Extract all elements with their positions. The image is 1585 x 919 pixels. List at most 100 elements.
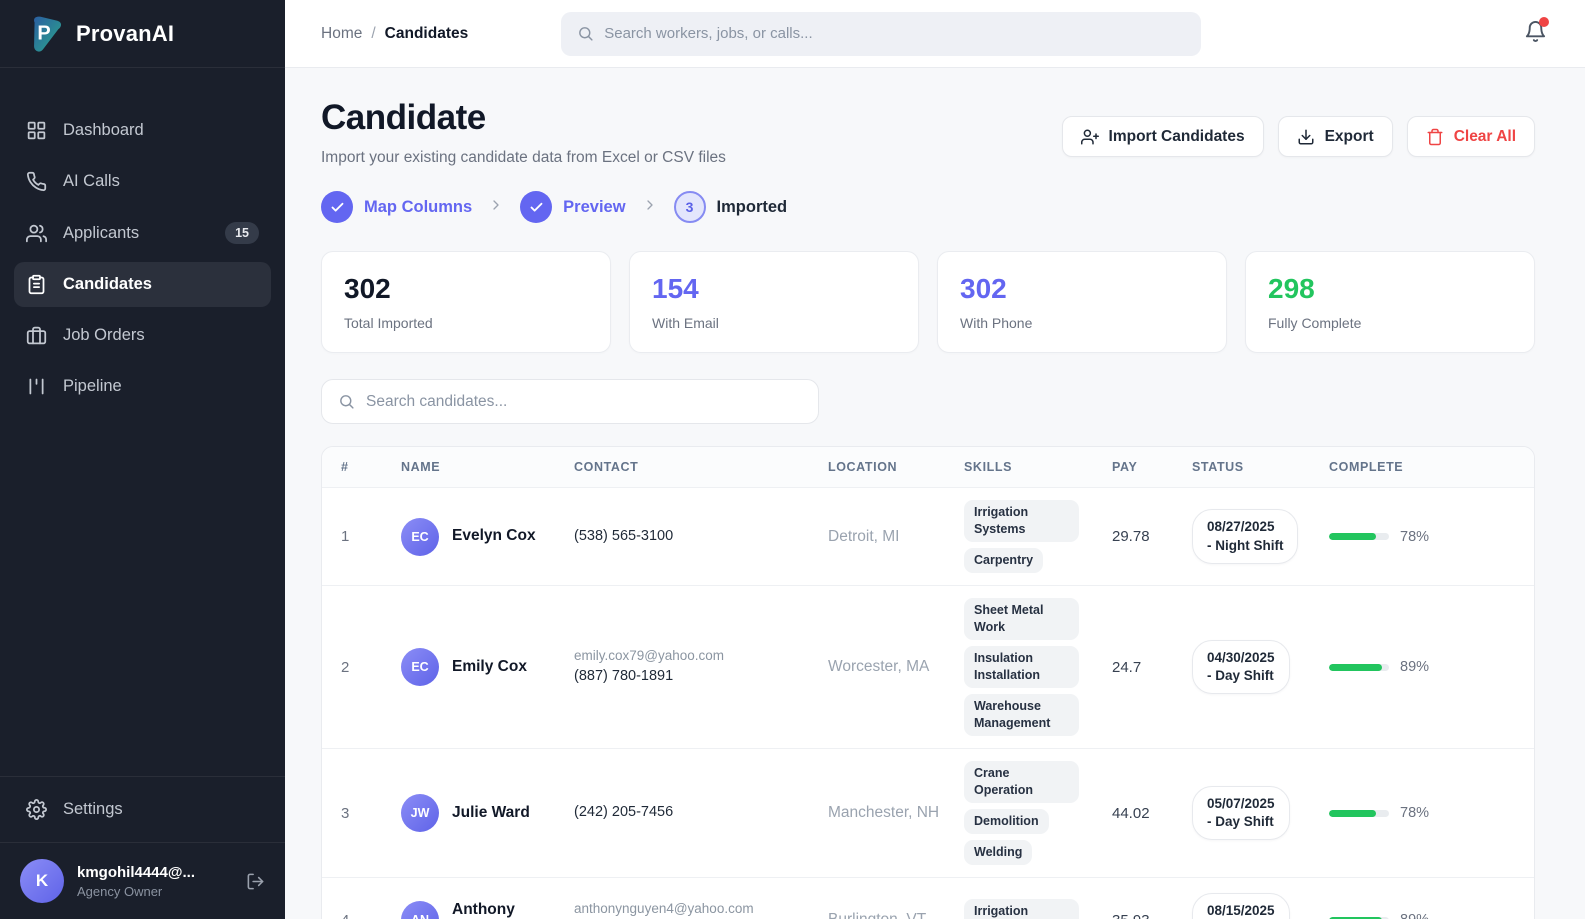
sidebar-item-ai-calls[interactable]: AI Calls [14,159,271,204]
stat-with-email: 154 With Email [629,251,919,353]
avatar: AN [401,901,439,919]
sidebar-item-label: Candidates [63,275,152,293]
candidate-search [321,379,819,424]
skill-pill: Crane Operation [964,761,1079,803]
user-plus-icon [1080,129,1099,144]
sidebar-item-pipeline[interactable]: Pipeline [14,364,271,409]
contact-cell: (538) 565-3100 [574,511,828,563]
status-shift: - Night Shift [1207,537,1284,553]
status-cell: 04/30/2025 - Day Shift [1192,625,1329,709]
complete-cell: 89% [1329,897,1534,919]
export-label: Export [1324,127,1374,145]
progress-fill [1329,809,1376,817]
gear-icon [26,799,47,820]
avatar: EC [401,648,439,686]
global-search-input[interactable] [604,25,1186,42]
sidebar-item-dashboard[interactable]: Dashboard [14,108,271,153]
stat-label: With Email [652,315,719,331]
main-area: Home / Candidates Candidate Import your … [285,0,1585,919]
brand-name: ProvanAI [76,20,175,46]
sidebar-nav: Dashboard AI Calls Applicants 15 Candida… [0,68,285,776]
col-header-contact: CONTACT [574,460,639,474]
status-badge: 08/27/2025 - Night Shift [1192,509,1299,564]
complete-cell: 89% [1329,644,1534,690]
import-candidates-button[interactable]: Import Candidates [1061,116,1264,157]
sidebar-item-label: Settings [63,800,123,818]
avatar: JW [401,794,439,832]
breadcrumb-home[interactable]: Home [321,25,362,43]
clear-all-button[interactable]: Clear All [1406,116,1535,157]
stat-label: With Phone [960,315,1033,331]
step-imported: 3 Imported [673,191,787,223]
export-button[interactable]: Export [1277,116,1393,157]
status-date: 04/30/2025 [1207,649,1275,665]
status-shift: - Day Shift [1207,814,1274,829]
complete-percent: 78% [1400,805,1430,821]
download-icon [1298,129,1314,144]
progress-bar [1329,809,1389,817]
table-row: 3 JW Julie Ward (242) 205-7456 Mancheste… [322,749,1534,878]
stat-fully-complete: 298 Fully Complete [1245,251,1535,353]
table-row: 4 AN Anthony Nguyen anthonynguyen4@yahoo… [322,878,1534,919]
clear-all-label: Clear All [1453,127,1516,145]
sidebar-item-label: Pipeline [63,377,122,395]
logout-button[interactable] [246,872,265,891]
skill-pill: Irrigation Systems [964,500,1079,542]
step-map-columns[interactable]: Map Columns [321,191,472,223]
skill-pill: Carpentry [964,548,1044,573]
clipboard-icon [28,274,45,295]
step-label: Map Columns [364,197,473,216]
candidate-pay: 35.93 [1112,897,1192,919]
users-icon [26,224,47,242]
progress-fill [1329,533,1376,540]
sidebar: P ProvanAI Dashboard AI Calls Applicants… [0,0,285,919]
breadcrumb-current: Candidates [384,24,469,42]
skill-pill: Demolition [964,809,1049,834]
breadcrumb: Home / Candidates [321,25,468,43]
row-number: 3 [341,804,350,822]
user-avatar: K [20,859,64,903]
sidebar-item-label: AI Calls [63,172,120,190]
step-preview[interactable]: Preview [520,191,626,223]
contact-cell: (242) 205-7456 [574,787,828,839]
page-title-block: Candidate Import your existing candidate… [321,98,726,167]
sidebar-item-job-orders[interactable]: Job Orders [14,313,271,358]
applicants-count-badge: 15 [225,222,259,244]
col-header-name: NAME [401,460,441,474]
progress-bar [1329,663,1389,671]
row-number: 1 [341,528,350,545]
logout-icon [247,873,264,889]
complete-percent: 78% [1400,528,1430,545]
col-header-complete: COMPLETE [1329,460,1404,474]
sidebar-item-label: Applicants [63,223,140,242]
table-header-row: # NAME CONTACT LOCATION SKILLS PAY STATU… [322,447,1534,488]
notifications-button[interactable] [1524,16,1549,48]
status-badge: 08/15/2025- Day Shift [1192,893,1290,919]
candidate-name-cell: JW Julie Ward [401,779,574,847]
sidebar-item-settings[interactable]: Settings [14,787,271,832]
complete-percent: 89% [1400,912,1429,919]
page-subtitle: Import your existing candidate data from… [321,149,726,166]
brand-logo-area: P ProvanAI [0,0,285,68]
skills-cell: Irrigation Systems Carpentry [964,488,1112,585]
status-date: 08/27/2025 [1207,519,1275,535]
candidate-name-cell: AN Anthony Nguyen [401,885,574,919]
skill-pill: Welding [964,840,1033,865]
chevron-right-icon [488,197,504,218]
sidebar-item-candidates[interactable]: Candidates [14,262,271,307]
check-icon [331,202,343,212]
status-cell: 08/27/2025 - Night Shift [1192,494,1329,578]
sidebar-item-applicants[interactable]: Applicants 15 [14,210,271,256]
complete-cell: 78% [1329,514,1534,560]
page-actions: Import Candidates Export Clear All [1061,116,1535,157]
stat-value: 298 [1268,273,1315,304]
breadcrumb-separator: / [371,24,376,42]
complete-cell: 78% [1329,790,1534,836]
candidate-email: emily.cox79@yahoo.com [574,648,725,663]
import-stepper: Map Columns Preview 3 Imported [321,191,1535,223]
col-header-pay: PAY [1112,460,1138,474]
candidate-search-input[interactable] [366,392,802,411]
status-date: 05/07/2025 [1207,795,1275,811]
sidebar-item-label: Job Orders [63,326,145,344]
page-header: Candidate Import your existing candidate… [321,98,1535,167]
